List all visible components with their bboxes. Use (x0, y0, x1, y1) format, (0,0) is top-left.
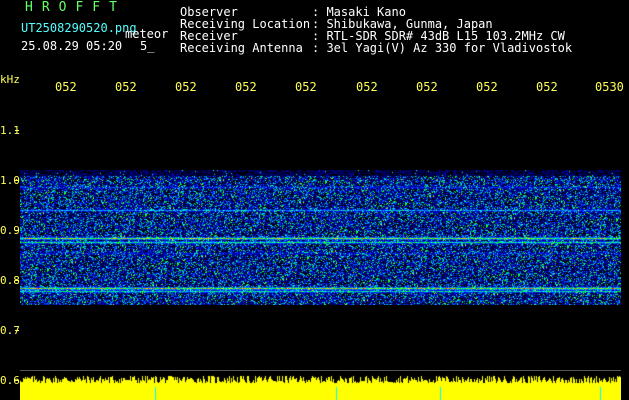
timestamp-label: 25.08.29 05:20 (21, 39, 123, 53)
brand-title: HROFFT (25, 0, 126, 15)
y-tick-mark (15, 230, 19, 231)
filename-label: UT2508290520.png (21, 21, 137, 35)
y-tick-mark (15, 130, 19, 131)
signal-level-meter (20, 373, 621, 400)
y-tick-mark (15, 330, 19, 331)
count-label: 5_ (140, 39, 155, 53)
x-tick-label: 052 (295, 80, 317, 94)
x-tick-label: 052 (235, 80, 257, 94)
y-tick-mark (15, 280, 19, 281)
y-tick-mark (15, 380, 19, 381)
spectrogram-waterfall (20, 170, 621, 305)
x-tick-label: 052 (55, 80, 77, 94)
x-tick-label: 052 (476, 80, 498, 94)
field-value-antenna: : 3el Yagi(V) Az 330 for Vladivostok (312, 41, 573, 55)
x-tick-label: 052 (416, 80, 438, 94)
x-tick-label: 052 (175, 80, 197, 94)
y-tick-mark (15, 180, 19, 181)
meter-reference-line (20, 370, 621, 371)
x-tick-label: 052 (115, 80, 137, 94)
x-tick-label: 052 (356, 80, 378, 94)
field-label-antenna: Receiving Antenna (180, 41, 303, 55)
x-tick-label: 0530 (595, 80, 624, 94)
x-tick-label: 052 (536, 80, 558, 94)
y-axis-unit: kHz (0, 73, 20, 86)
